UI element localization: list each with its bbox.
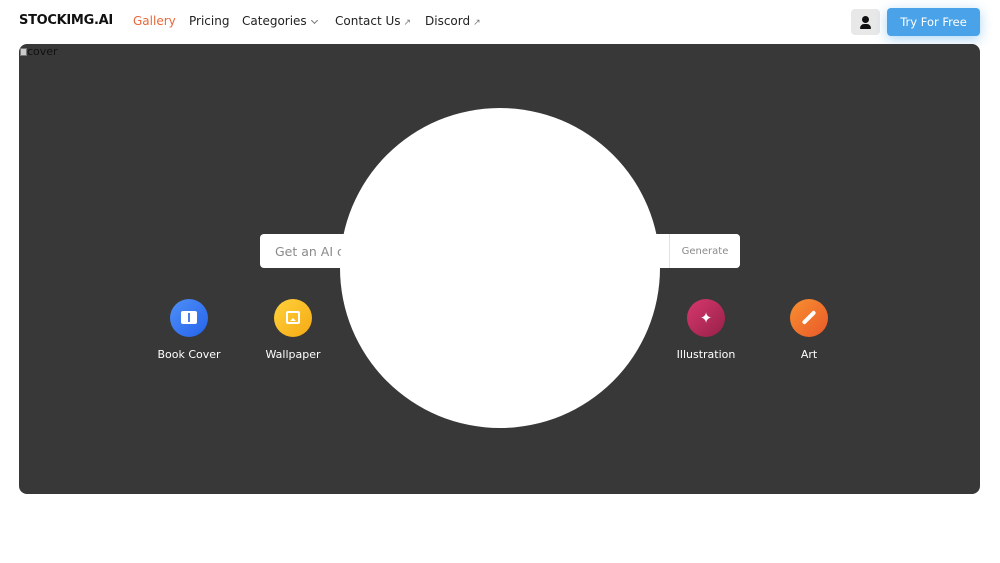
- sparkle-icon: ✦: [699, 309, 713, 327]
- cover-image-alt: cover: [27, 45, 58, 58]
- nav-link-categories[interactable]: Categories: [242, 14, 318, 28]
- generate-button[interactable]: Generate: [669, 234, 740, 268]
- external-link-icon: ↗: [473, 18, 481, 28]
- external-link-icon: ↗: [403, 18, 412, 28]
- category-label: k Image: [580, 348, 626, 361]
- nav-link-contact[interactable]: Contact Us ↗: [335, 14, 411, 28]
- focus-icon: [492, 310, 508, 326]
- category-wallpaper[interactable]: Wallpaper: [238, 299, 348, 361]
- nav-link-gallery-label: Gallery: [133, 14, 176, 28]
- poster-icon: [388, 311, 404, 325]
- nav-link-pricing[interactable]: Pricing: [189, 14, 229, 28]
- book-icon: [181, 311, 197, 324]
- brush-icon: [801, 310, 817, 325]
- image-icon: [286, 311, 300, 324]
- nav-link-contact-label: Contact Us: [335, 14, 401, 28]
- star-icon: ★: [596, 309, 610, 327]
- category-stock-image[interactable]: ★ k Image: [548, 299, 658, 361]
- user-account-button[interactable]: [851, 9, 880, 35]
- category-poster[interactable]: Poste: [341, 299, 451, 361]
- hero-title: G AI: [19, 180, 980, 213]
- nav-link-discord-label: Discord: [425, 14, 471, 28]
- category-book-cover[interactable]: Book Cover: [134, 299, 244, 361]
- search-bar: Generate: [260, 234, 740, 268]
- category-art[interactable]: Art: [754, 299, 864, 361]
- nav-link-discord[interactable]: Discord ↗: [425, 14, 481, 28]
- hero-title-right: AI: [595, 180, 627, 213]
- nav-link-categories-label: Categories: [242, 14, 307, 28]
- broken-image-icon: [20, 48, 27, 56]
- nav-link-pricing-label: Pricing: [189, 14, 230, 28]
- nav-link-gallery[interactable]: Gallery: [133, 14, 176, 28]
- chevron-down-icon: [310, 16, 318, 25]
- try-for-free-button[interactable]: Try For Free: [887, 8, 980, 36]
- category-label: Art: [800, 348, 818, 361]
- hero-section: cover GAI Generate Book Cover Wallpaper …: [19, 44, 980, 494]
- cover-image: cover: [20, 45, 58, 58]
- category-focus[interactable]: [445, 299, 555, 348]
- user-icon: [862, 16, 869, 23]
- prompt-input[interactable]: [260, 234, 669, 268]
- category-label: Illustration: [676, 348, 736, 361]
- top-navigation: STOCKIMG.AI Gallery Pricing Categories C…: [0, 0, 1000, 44]
- category-illustration[interactable]: ✦ Illustration: [651, 299, 761, 361]
- hero-title-left: G: [372, 180, 396, 213]
- category-label: Poste: [381, 348, 411, 361]
- category-label: Book Cover: [157, 348, 221, 361]
- category-label: Wallpaper: [265, 348, 321, 361]
- brand-logo[interactable]: STOCKIMG.AI: [19, 13, 113, 28]
